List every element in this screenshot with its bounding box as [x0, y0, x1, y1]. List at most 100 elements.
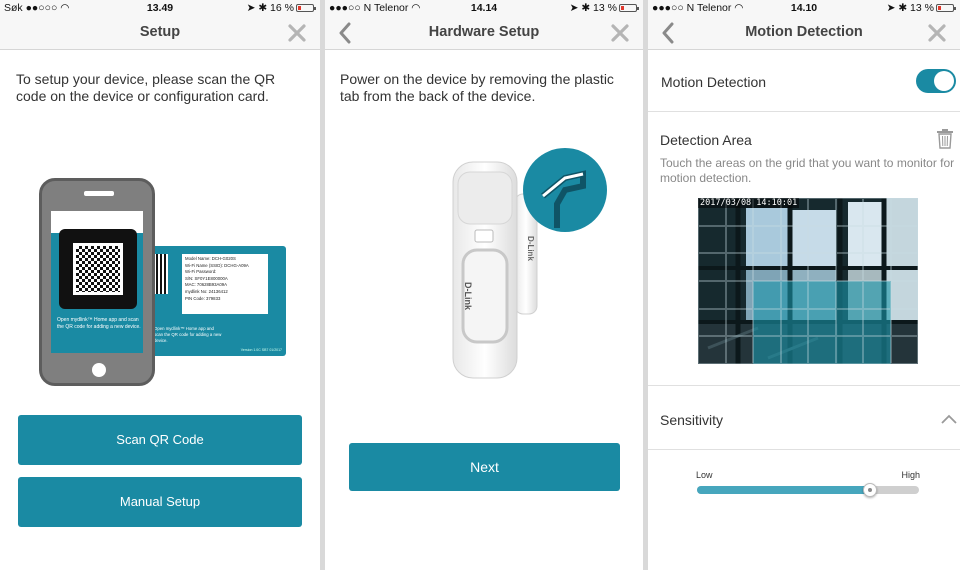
page-title: Motion Detection [745, 24, 863, 40]
grid-cell[interactable] [698, 253, 726, 281]
card-pin: PIN Code: 379833 [185, 295, 221, 301]
grid-cell[interactable] [808, 225, 836, 254]
card-wifi-name: Wi-Fi Name (SSID): DCHG-A09A [185, 262, 249, 268]
status-bar: ●●●○○ N Telenor ◠ 14.14 ➤ ✱ 13 % [325, 0, 643, 16]
divider [648, 449, 960, 450]
detection-grid[interactable] [698, 198, 918, 364]
nav-bar: Setup [0, 16, 320, 50]
card-sn: S/N: SF0Y1E800000A [185, 275, 228, 281]
grid-cell[interactable] [863, 253, 891, 281]
grid-cell[interactable] [780, 336, 808, 364]
motion-detection-label: Motion Detection [661, 74, 767, 90]
next-button[interactable]: Next [349, 443, 620, 491]
card-mydlink-no: mydlink No: 24136412 [185, 288, 228, 294]
card-version: Version 1.0C SB7 01/2017 [240, 348, 282, 352]
grid-cell[interactable] [808, 308, 836, 337]
setup-screen: Søk ●●○○○ ◠ 13.49 ➤ ✱ 16 % Setup To setu… [0, 0, 320, 570]
grid-cell[interactable] [863, 308, 891, 337]
divider [648, 111, 960, 112]
grid-cell[interactable] [753, 336, 781, 364]
grid-cell[interactable] [835, 198, 863, 226]
phone-speaker [84, 191, 114, 196]
hardware-setup-screen: ●●●○○ N Telenor ◠ 14.14 ➤ ✱ 13 % Hardwar… [325, 0, 643, 570]
camera-preview[interactable]: 2017/03/08 14:10:01 [698, 198, 918, 364]
grid-cell[interactable] [725, 253, 753, 281]
grid-cell[interactable] [780, 281, 808, 309]
grid-cell[interactable] [890, 225, 918, 254]
grid-cell[interactable] [780, 225, 808, 254]
sensitivity-high-label: High [901, 470, 920, 480]
page-title: Hardware Setup [428, 24, 540, 40]
grid-cell[interactable] [835, 281, 863, 309]
phone-screen: Open mydlink™ Home app and scan the QR c… [51, 211, 143, 353]
phone-qr-code [59, 229, 137, 309]
grid-cell[interactable] [890, 281, 918, 309]
nav-bar: Hardware Setup [325, 16, 643, 50]
grid-cell[interactable] [808, 253, 836, 281]
status-bar: ●●●○○ N Telenor ◠ 14.10 ➤ ✱ 13 % [648, 0, 960, 16]
grid-cell[interactable] [725, 225, 753, 254]
grid-cell[interactable] [835, 225, 863, 254]
status-indicators: ➤ ✱ 16 % [246, 2, 294, 14]
device-brand-front: D-Link [463, 282, 473, 310]
grid-cell[interactable] [808, 198, 836, 226]
hardware-instruction: Power on the device by removing the plas… [340, 71, 614, 104]
trash-icon[interactable] [936, 129, 954, 149]
grid-cell[interactable] [863, 281, 891, 309]
grid-cell[interactable] [863, 198, 891, 226]
sensitivity-slider[interactable] [697, 486, 919, 494]
grid-cell[interactable] [698, 336, 726, 364]
grid-cell[interactable] [780, 253, 808, 281]
grid-cell[interactable] [725, 281, 753, 309]
close-icon[interactable] [288, 24, 306, 42]
detection-area-label: Detection Area [660, 132, 752, 148]
grid-cell[interactable] [890, 336, 918, 364]
phone-home-button [92, 363, 106, 377]
grid-cell[interactable] [698, 281, 726, 309]
motion-detection-toggle[interactable] [916, 69, 956, 93]
sensitivity-fill [697, 486, 871, 494]
battery-icon [296, 4, 316, 12]
grid-cell[interactable] [835, 253, 863, 281]
grid-cell[interactable] [835, 336, 863, 364]
battery-icon [936, 4, 956, 12]
nav-bar: Motion Detection [648, 16, 960, 50]
manual-setup-button[interactable]: Manual Setup [18, 477, 302, 527]
grid-cell[interactable] [863, 336, 891, 364]
grid-cell[interactable] [808, 336, 836, 364]
detection-area-hint: Touch the areas on the grid that you wan… [660, 156, 955, 185]
setup-instruction: To setup your device, please scan the QR… [16, 71, 276, 104]
card-model: Model Name: DCH-G020S [185, 256, 236, 261]
phone-illustration: Open mydlink™ Home app and scan the QR c… [39, 178, 155, 386]
grid-cell[interactable] [698, 308, 726, 337]
grid-cell[interactable] [753, 253, 781, 281]
chevron-up-icon[interactable] [941, 413, 957, 425]
motion-detection-screen: ●●●○○ N Telenor ◠ 14.10 ➤ ✱ 13 % Motion … [648, 0, 960, 570]
grid-cell[interactable] [808, 281, 836, 309]
close-icon[interactable] [928, 24, 946, 42]
grid-cell[interactable] [890, 253, 918, 281]
card-info-box: Model Name: DCH-G020S Wi-Fi Name (SSID):… [182, 254, 268, 314]
sensitivity-slider-thumb[interactable] [863, 483, 878, 497]
grid-cell[interactable] [753, 225, 781, 254]
close-icon[interactable] [611, 24, 629, 42]
status-bar: Søk ●●○○○ ◠ 13.49 ➤ ✱ 16 % [0, 0, 320, 16]
grid-cell[interactable] [725, 336, 753, 364]
device-brand-side: D-Link [526, 236, 535, 261]
grid-cell[interactable] [698, 225, 726, 254]
grid-cell[interactable] [780, 308, 808, 337]
grid-cell[interactable] [725, 308, 753, 337]
grid-cell[interactable] [890, 308, 918, 337]
sensitivity-label: Sensitivity [660, 412, 724, 428]
grid-cell[interactable] [890, 198, 918, 226]
scan-qr-code-button[interactable]: Scan QR Code [18, 415, 302, 465]
battery-icon [619, 4, 639, 12]
grid-cell[interactable] [753, 281, 781, 309]
grid-cell[interactable] [863, 225, 891, 254]
card-footer-text: Open mydlink™ Home app and scan the QR c… [154, 326, 222, 343]
qr-code-icon [73, 243, 123, 295]
grid-cell[interactable] [753, 308, 781, 337]
card-wifi-password: Wi-Fi Password: [185, 269, 217, 275]
status-indicators: ➤ ✱ 13 % [886, 2, 934, 14]
grid-cell[interactable] [835, 308, 863, 337]
